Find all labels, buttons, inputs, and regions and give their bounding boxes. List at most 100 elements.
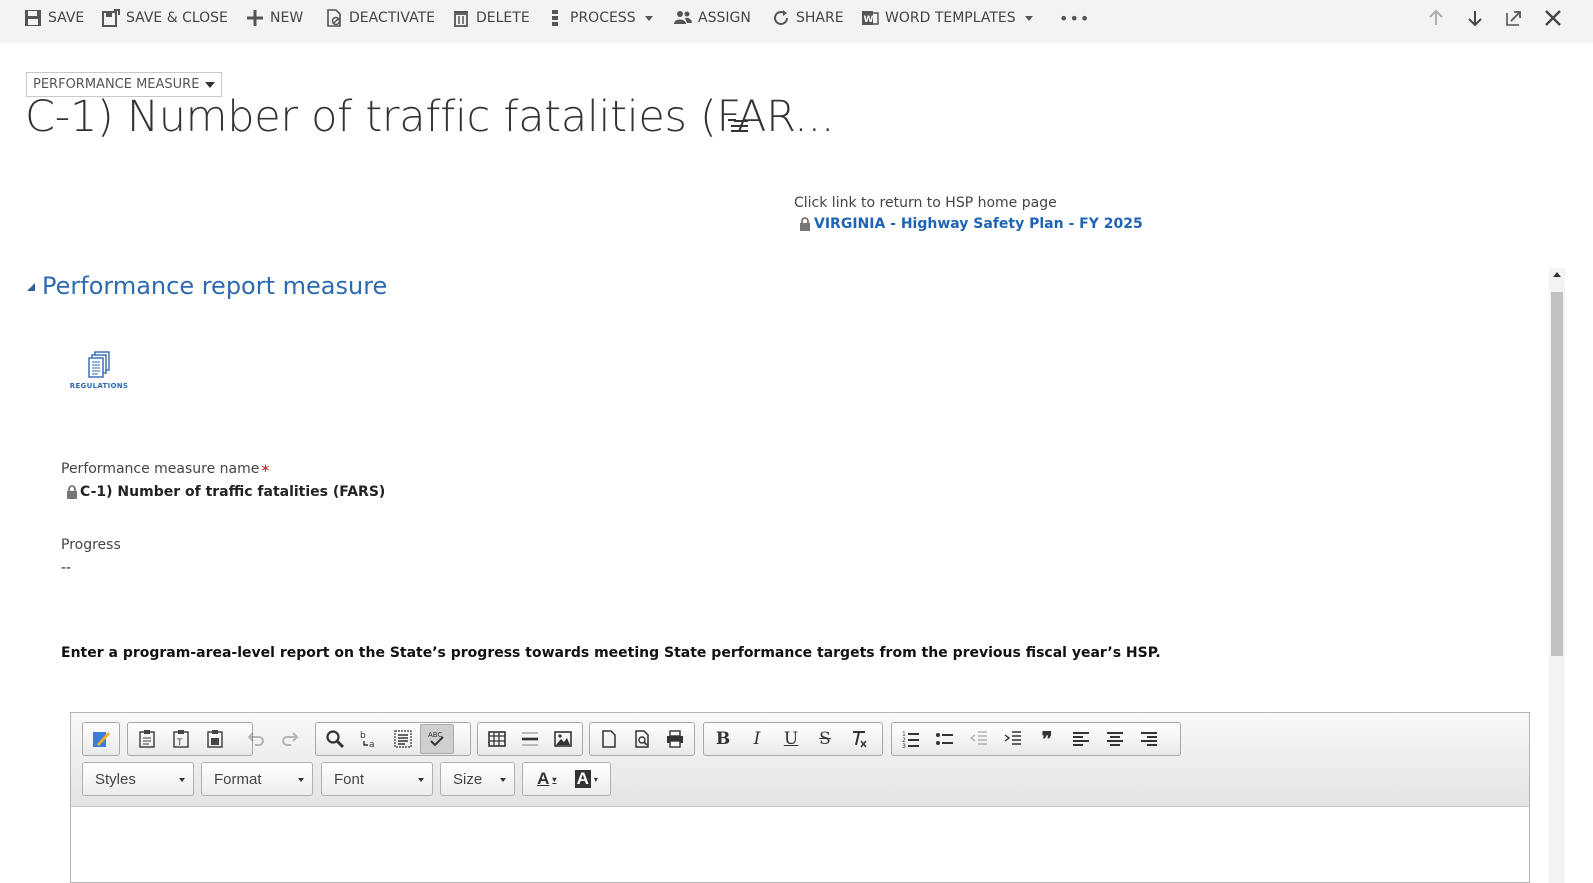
size-label: Size	[453, 770, 483, 788]
delete-button[interactable]: DELETE	[452, 0, 530, 36]
word-templates-button[interactable]: W WORD TEMPLATES	[861, 0, 1033, 36]
next-record-button[interactable]	[1463, 6, 1487, 30]
styles-label: Styles	[95, 770, 136, 788]
new-button[interactable]: NEW	[246, 0, 303, 36]
name-label-text: Performance measure name	[61, 461, 260, 477]
save-close-button[interactable]: SAVE & CLOSE	[102, 0, 228, 36]
save-button[interactable]: SAVE	[24, 0, 84, 36]
replace-icon: ba	[360, 731, 375, 749]
format-dropdown[interactable]: Format	[201, 762, 313, 796]
find-button[interactable]	[318, 724, 352, 754]
toolbar-group-find: ba ABC	[315, 722, 471, 756]
font-label: Font	[334, 770, 365, 788]
remove-format-icon	[853, 731, 867, 748]
section-collapse-icon[interactable]	[27, 283, 35, 291]
save-icon	[25, 10, 41, 26]
editor-toolbar: T ba ABC B I U S 1 2 3 ❞ Styles Format F…	[71, 713, 1529, 807]
replace-button[interactable]: ba	[352, 724, 386, 754]
print-icon	[667, 730, 684, 748]
command-bar: SAVE SAVE & CLOSE NEW DEACTIVATE DELETE …	[0, 0, 1593, 43]
toolbar-group-source	[82, 722, 120, 756]
source-edit-button[interactable]	[85, 724, 117, 754]
redo-button[interactable]	[273, 724, 307, 754]
new-page-button[interactable]	[592, 724, 625, 754]
increase-indent-button[interactable]	[996, 724, 1030, 754]
search-icon	[326, 730, 345, 749]
popout-icon	[1506, 11, 1521, 26]
edit-document-icon	[93, 732, 110, 747]
chevron-down-icon	[500, 778, 506, 782]
select-all-button[interactable]	[386, 724, 420, 754]
undo-button[interactable]	[239, 724, 273, 754]
instruction-text: Enter a program-area-level report on the…	[61, 645, 1161, 661]
spellcheck-button[interactable]: ABC	[420, 724, 454, 754]
previous-record-button[interactable]	[1424, 6, 1448, 30]
font-dropdown[interactable]: Font	[321, 762, 433, 796]
share-button[interactable]: SHARE	[772, 0, 844, 36]
editor-content-area[interactable]	[71, 807, 1529, 883]
new-page-icon	[601, 730, 616, 748]
popout-button[interactable]	[1502, 6, 1526, 30]
numbered-list-button[interactable]: 123	[894, 724, 928, 754]
text-color-button[interactable]: A ▾	[527, 764, 567, 794]
align-left-icon	[1073, 732, 1089, 746]
regulations-label: REGULATIONS	[69, 382, 129, 390]
save-label: SAVE	[48, 10, 85, 26]
paste-text-icon: T	[173, 730, 189, 748]
header-menu-icon[interactable]	[726, 117, 750, 135]
background-color-button[interactable]: A ▾	[567, 764, 607, 794]
align-left-button[interactable]	[1064, 724, 1098, 754]
svg-text:W: W	[864, 15, 874, 25]
word-templates-label: WORD TEMPLATES	[885, 10, 1016, 26]
horizontal-line-icon	[521, 732, 538, 746]
paste-word-button[interactable]	[198, 724, 232, 754]
underline-button[interactable]: U	[774, 724, 808, 754]
toolbar-group-paragraph: 123 ❞	[891, 722, 1181, 756]
process-button[interactable]: PROCESS	[546, 0, 653, 36]
paste-button[interactable]	[130, 724, 164, 754]
styles-dropdown[interactable]: Styles	[82, 762, 194, 796]
rich-text-editor: T ba ABC B I U S 1 2 3 ❞ Styles Format F…	[70, 712, 1530, 883]
lock-icon	[67, 484, 77, 499]
scroll-up-arrow-icon[interactable]	[1553, 272, 1561, 277]
progress-value[interactable]: --	[61, 560, 71, 576]
image-button[interactable]	[547, 724, 580, 754]
blockquote-button[interactable]: ❞	[1030, 724, 1064, 754]
align-right-button[interactable]	[1132, 724, 1166, 754]
name-value-text: C-1) Number of traffic fatalities (FARS)	[80, 484, 386, 500]
spellcheck-icon: ABC	[428, 731, 444, 747]
strikethrough-button[interactable]: S	[808, 724, 842, 754]
assign-button[interactable]: ASSIGN	[674, 0, 751, 36]
deactivate-button[interactable]: DEACTIVATE	[325, 0, 435, 36]
format-label: Format	[214, 770, 262, 788]
vertical-scrollbar[interactable]	[1549, 268, 1565, 883]
close-button[interactable]	[1541, 6, 1565, 30]
close-icon	[1545, 10, 1561, 26]
align-center-button[interactable]	[1098, 724, 1132, 754]
entity-form-label: PERFORMANCE MEASURE	[33, 77, 200, 92]
size-dropdown[interactable]: Size	[440, 762, 515, 796]
preview-button[interactable]	[625, 724, 658, 754]
italic-button[interactable]: I	[740, 724, 774, 754]
save-close-icon	[102, 9, 120, 27]
bulleted-list-button[interactable]	[928, 724, 962, 754]
regulations-link[interactable]: REGULATIONS	[68, 350, 130, 398]
table-button[interactable]	[480, 724, 513, 754]
numbered-list-icon: 123	[902, 731, 919, 749]
scrollbar-thumb[interactable]	[1551, 292, 1563, 656]
remove-format-button[interactable]	[842, 724, 876, 754]
bold-button[interactable]: B	[706, 724, 740, 754]
hsp-home-link[interactable]: VIRGINIA - Highway Safety Plan - FY 2025	[814, 216, 1143, 232]
process-icon	[552, 10, 558, 26]
required-indicator: *	[261, 461, 270, 480]
more-commands-button[interactable]: •••	[1059, 0, 1090, 36]
paste-text-button[interactable]: T	[164, 724, 198, 754]
chevron-down-icon	[179, 778, 185, 782]
horizontal-line-button[interactable]	[513, 724, 546, 754]
assign-label: ASSIGN	[698, 10, 751, 26]
svg-text:3: 3	[902, 743, 906, 749]
performance-measure-name-value: C-1) Number of traffic fatalities (FARS)	[66, 484, 385, 500]
toolbar-group-insert	[477, 722, 583, 756]
decrease-indent-button[interactable]	[962, 724, 996, 754]
print-button[interactable]	[659, 724, 692, 754]
